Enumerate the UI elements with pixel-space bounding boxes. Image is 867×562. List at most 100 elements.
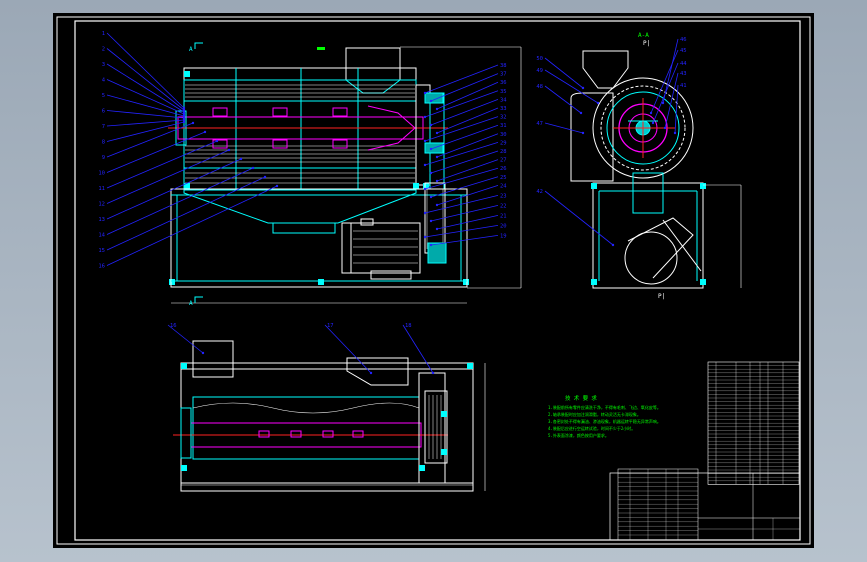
part-balloon: 38	[500, 63, 507, 69]
leader-line	[324, 324, 372, 374]
leader-line	[436, 159, 499, 182]
part-balloon: 25	[500, 175, 507, 181]
part-balloon: 11	[98, 186, 105, 192]
leader-line	[430, 235, 499, 246]
leader-dot	[651, 121, 655, 125]
part-balloon: 22	[500, 203, 507, 209]
leader-line	[430, 150, 499, 174]
leader-dot	[435, 131, 439, 135]
leader-dot	[429, 195, 433, 199]
part-balloon: 24	[500, 183, 507, 189]
part-balloon: 37	[500, 72, 507, 78]
part-balloon: 45	[680, 48, 687, 54]
plan-view	[173, 340, 486, 492]
leader-dot	[435, 155, 439, 159]
part-balloon: 49	[536, 68, 543, 74]
part-balloon: 23	[500, 193, 507, 199]
leader-dot	[429, 243, 433, 247]
leader-dot	[227, 148, 231, 152]
leader-dot	[429, 147, 433, 151]
leader-dot	[423, 139, 427, 143]
leader-dot	[435, 227, 439, 231]
part-balloon: 28	[500, 149, 507, 155]
leader-dot	[649, 111, 653, 115]
drawing-sheet[interactable]: A A 1 2 3 4 5 6 7 8 9 10 11 12 13 14 15 16 38 37 36 35 34 33…	[53, 13, 814, 548]
front-view: A A	[168, 42, 522, 307]
leader-dot	[203, 130, 207, 134]
part-balloon: 34	[500, 97, 507, 103]
part-balloon: 13	[98, 217, 105, 223]
part-balloon: 43	[680, 71, 687, 77]
leader-dot	[215, 139, 219, 143]
leader-dot	[429, 219, 433, 223]
part-balloon: 32	[500, 115, 507, 121]
leader-dot	[182, 120, 186, 124]
leader-dot	[435, 203, 439, 207]
part-balloon: 14	[98, 233, 105, 239]
tech-note-line: 4.装配后应进行空运转试验，时间不少于2小时。	[548, 425, 635, 431]
leader-line	[106, 185, 278, 266]
side-view-leaders: 50 49 48 47 42 46 45 44 43 41	[536, 37, 687, 247]
technical-requirements: 技 术 要 求 1.装配前所有零件应清洗干净，不得有毛刺、飞边、氧化皮等。 2.…	[548, 394, 661, 438]
part-balloon: 20	[500, 223, 507, 229]
leader-dot	[423, 115, 427, 119]
leader-line	[106, 110, 185, 119]
leader-line	[650, 49, 679, 114]
leader-dot	[431, 371, 435, 375]
leader-dot	[275, 184, 279, 188]
title-block	[609, 468, 801, 541]
side-view: A-A P| P|	[570, 32, 742, 300]
section-mark-top: A	[189, 46, 193, 53]
part-balloon: 10	[98, 171, 105, 177]
leader-dot	[201, 351, 205, 355]
part-balloon: 21	[500, 213, 507, 219]
leader-dot	[435, 107, 439, 111]
leader-line	[106, 63, 185, 113]
leader-dot	[263, 175, 267, 179]
part-balloon: 33	[500, 106, 507, 112]
part-balloon: 46	[680, 37, 687, 43]
leader-dot	[429, 171, 433, 175]
leader-line	[674, 84, 679, 134]
part-balloon: 18	[405, 323, 412, 329]
part-balloon: 8	[102, 140, 105, 146]
leader-dot	[423, 187, 427, 191]
leader-line	[544, 85, 582, 114]
cad-viewport[interactable]: A A 1 2 3 4 5 6 7 8 9 10 11 12 13 14 15 16 38 37 36 35 34 33…	[0, 0, 867, 562]
part-balloon: 16	[98, 264, 105, 270]
part-balloon: 2	[102, 47, 105, 53]
part-balloon: 5	[102, 93, 105, 99]
tech-note-line: 5.外表面涂漆，颜色按用户要求。	[548, 432, 609, 438]
tech-notes-title: 技 术 要 求	[565, 394, 597, 402]
part-balloon: 35	[500, 89, 507, 95]
part-balloon: 1	[102, 31, 105, 37]
leader-dot	[239, 157, 243, 161]
side-view-bottom-mark: P|	[658, 293, 665, 300]
leader-dot	[369, 371, 373, 375]
leader-dot	[429, 99, 433, 103]
part-balloon: 4	[102, 78, 106, 84]
leader-dot	[611, 243, 615, 247]
part-balloon: 27	[500, 158, 507, 164]
leader-line	[167, 324, 204, 354]
part-balloon: 47	[536, 121, 543, 127]
leader-line	[652, 62, 679, 124]
leader-dot	[596, 101, 600, 105]
part-balloon: 44	[680, 61, 687, 67]
leader-dot	[581, 131, 585, 135]
part-balloon: 31	[500, 123, 507, 129]
leader-dot	[663, 126, 667, 130]
leader-line	[544, 57, 584, 89]
section-mark-bottom: A	[189, 300, 193, 307]
leader-dot	[581, 86, 585, 90]
leader-line	[106, 167, 254, 235]
part-balloon: 48	[536, 84, 543, 90]
leader-dot	[579, 111, 583, 115]
part-balloon: 26	[500, 166, 507, 172]
leader-line	[544, 122, 584, 134]
leader-line	[544, 190, 614, 246]
engineering-drawing: A A 12345678910111213141516 383736353433…	[56, 16, 811, 545]
leader-line	[106, 140, 218, 189]
part-balloon: 7	[102, 124, 105, 130]
part-balloon: 19	[500, 233, 507, 239]
